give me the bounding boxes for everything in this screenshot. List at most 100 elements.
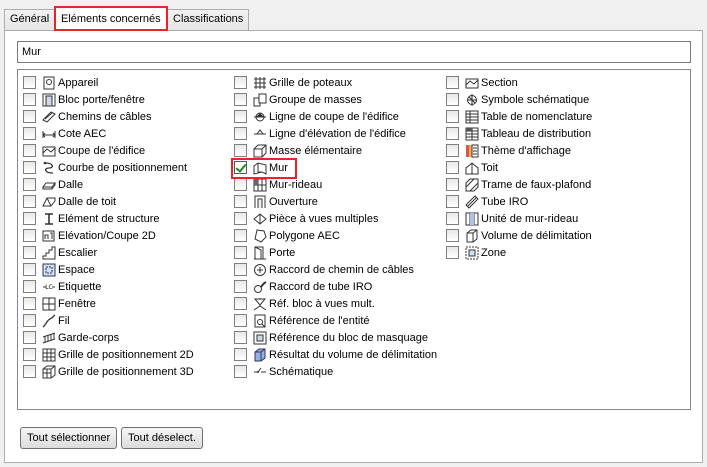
- checkbox-element-de-structure[interactable]: [23, 212, 36, 225]
- list-item-volume-de-delimitation[interactable]: Volume de délimitation: [446, 227, 592, 244]
- checkbox-tube-iro[interactable]: [446, 195, 459, 208]
- checkbox-raccord-de-chemin-de-cables[interactable]: [234, 263, 247, 276]
- list-item-piece-a-vues-multiples[interactable]: Pièce à vues multiples: [234, 210, 437, 227]
- list-item-chemins-de-cables[interactable]: Chemins de câbles: [23, 108, 194, 125]
- checkbox-raccord-de-tube-iro[interactable]: [234, 280, 247, 293]
- list-item-grille-de-poteaux[interactable]: Grille de poteaux: [234, 74, 437, 91]
- list-item-masse-elementaire[interactable]: Masse élémentaire: [234, 142, 437, 159]
- checkbox-dalle-de-toit[interactable]: [23, 195, 36, 208]
- list-item-ligne-d-elevation-de-l-edifice[interactable]: Ligne d'élévation de l'édifice: [234, 125, 437, 142]
- list-item-zone[interactable]: Zone: [446, 244, 592, 261]
- checkbox-reference-de-l-entite[interactable]: [234, 314, 247, 327]
- checkbox-masse-elementaire[interactable]: [234, 144, 247, 157]
- tab-general[interactable]: Général: [4, 9, 56, 30]
- checkbox-grille-de-positionnement-2d[interactable]: [23, 348, 36, 361]
- list-item-ligne-de-coupe-de-l-edifice[interactable]: Ligne de coupe de l'édifice: [234, 108, 437, 125]
- list-item-tube-iro[interactable]: Tube IRO: [446, 193, 592, 210]
- list-item-toit[interactable]: Toit: [446, 159, 592, 176]
- list-item-symbole-schematique[interactable]: Symbole schématique: [446, 91, 592, 108]
- checkbox-bloc-porte-fenetre[interactable]: [23, 93, 36, 106]
- checkbox-porte[interactable]: [234, 246, 247, 259]
- checkbox-polygone-aec[interactable]: [234, 229, 247, 242]
- list-item-section[interactable]: Section: [446, 74, 592, 91]
- list-item-mur[interactable]: Mur: [234, 159, 437, 176]
- list-item-unite-de-mur-rideau[interactable]: Unité de mur-rideau: [446, 210, 592, 227]
- list-item-escalier[interactable]: Escalier: [23, 244, 194, 261]
- list-item-cote-aec[interactable]: Cote AEC: [23, 125, 194, 142]
- checkbox-section[interactable]: [446, 76, 459, 89]
- checkbox-etiquette[interactable]: [23, 280, 36, 293]
- list-item-tableau-de-distribution[interactable]: Tableau de distribution: [446, 125, 592, 142]
- list-item-polygone-aec[interactable]: Polygone AEC: [234, 227, 437, 244]
- list-item-reference-du-bloc-de-masquage[interactable]: Référence du bloc de masquage: [234, 329, 437, 346]
- list-item-theme-d-affichage[interactable]: Thème d'affichage: [446, 142, 592, 159]
- checkbox-ref-bloc-a-vues-mult[interactable]: [234, 297, 247, 310]
- checkbox-cote-aec[interactable]: [23, 127, 36, 140]
- checkbox-elevation-coupe-2d[interactable]: [23, 229, 36, 242]
- checkbox-resultat-du-volume-de-delimitation[interactable]: [234, 348, 247, 361]
- checkbox-ligne-d-elevation-de-l-edifice[interactable]: [234, 127, 247, 140]
- list-item-grille-de-positionnement-3d[interactable]: Grille de positionnement 3D: [23, 363, 194, 380]
- list-item-raccord-de-tube-iro[interactable]: Raccord de tube IRO: [234, 278, 437, 295]
- checkbox-symbole-schematique[interactable]: [446, 93, 459, 106]
- list-item-table-de-nomenclature[interactable]: Table de nomenclature: [446, 108, 592, 125]
- list-item-resultat-du-volume-de-delimitation[interactable]: Résultat du volume de délimitation: [234, 346, 437, 363]
- tab-elements-concernes[interactable]: Eléments concernés: [54, 6, 168, 31]
- list-item-trame-de-faux-plafond[interactable]: Trame de faux-plafond: [446, 176, 592, 193]
- checkbox-chemins-de-cables[interactable]: [23, 110, 36, 123]
- checkbox-ouverture[interactable]: [234, 195, 247, 208]
- list-item-courbe-de-positionnement[interactable]: Courbe de positionnement: [23, 159, 194, 176]
- checkbox-tableau-de-distribution[interactable]: [446, 127, 459, 140]
- checkbox-schematique[interactable]: [234, 365, 247, 378]
- checkbox-mur[interactable]: [234, 161, 247, 174]
- checkbox-mur-rideau[interactable]: [234, 178, 247, 191]
- list-item-ouverture[interactable]: Ouverture: [234, 193, 437, 210]
- checkbox-garde-corps[interactable]: [23, 331, 36, 344]
- select-all-button[interactable]: Tout sélectionner: [20, 427, 118, 449]
- list-item-raccord-de-chemin-de-cables[interactable]: Raccord de chemin de câbles: [234, 261, 437, 278]
- checkbox-groupe-de-masses[interactable]: [234, 93, 247, 106]
- checkbox-theme-d-affichage[interactable]: [446, 144, 459, 157]
- checkbox-grille-de-poteaux[interactable]: [234, 76, 247, 89]
- list-item-dalle[interactable]: Dalle: [23, 176, 194, 193]
- list-item-schematique[interactable]: Schématique: [234, 363, 437, 380]
- list-item-fenetre[interactable]: Fenêtre: [23, 295, 194, 312]
- checkbox-unite-de-mur-rideau[interactable]: [446, 212, 459, 225]
- deselect-all-button[interactable]: Tout déselect.: [121, 427, 203, 449]
- list-item-grille-de-positionnement-2d[interactable]: Grille de positionnement 2D: [23, 346, 194, 363]
- checkbox-courbe-de-positionnement[interactable]: [23, 161, 36, 174]
- list-item-groupe-de-masses[interactable]: Groupe de masses: [234, 91, 437, 108]
- list-item-elevation-coupe-2d[interactable]: Elévation/Coupe 2D: [23, 227, 194, 244]
- list-item-porte[interactable]: Porte: [234, 244, 437, 261]
- checkbox-trame-de-faux-plafond[interactable]: [446, 178, 459, 191]
- list-item-garde-corps[interactable]: Garde-corps: [23, 329, 194, 346]
- list-item-reference-de-l-entite[interactable]: Référence de l'entité: [234, 312, 437, 329]
- list-item-etiquette[interactable]: LC Etiquette: [23, 278, 194, 295]
- list-item-espace[interactable]: Espace: [23, 261, 194, 278]
- checkbox-ligne-de-coupe-de-l-edifice[interactable]: [234, 110, 247, 123]
- list-item-bloc-porte-fenetre[interactable]: Bloc porte/fenêtre: [23, 91, 194, 108]
- checkbox-coupe-de-l-edifice[interactable]: [23, 144, 36, 157]
- tab-classifications[interactable]: Classifications: [167, 9, 250, 30]
- list-item-appareil[interactable]: Appareil: [23, 74, 194, 91]
- checkbox-piece-a-vues-multiples[interactable]: [234, 212, 247, 225]
- list-item-dalle-de-toit[interactable]: Dalle de toit: [23, 193, 194, 210]
- checkbox-escalier[interactable]: [23, 246, 36, 259]
- checkbox-fil[interactable]: [23, 314, 36, 327]
- checkbox-volume-de-delimitation[interactable]: [446, 229, 459, 242]
- search-input[interactable]: [17, 41, 691, 63]
- checkbox-reference-du-bloc-de-masquage[interactable]: [234, 331, 247, 344]
- list-item-mur-rideau[interactable]: Mur-rideau: [234, 176, 437, 193]
- checkbox-appareil[interactable]: [23, 76, 36, 89]
- checkbox-table-de-nomenclature[interactable]: [446, 110, 459, 123]
- list-item-ref-bloc-a-vues-mult[interactable]: Réf. bloc à vues mult.: [234, 295, 437, 312]
- checkbox-toit[interactable]: [446, 161, 459, 174]
- list-item-coupe-de-l-edifice[interactable]: Coupe de l'édifice: [23, 142, 194, 159]
- checkbox-fenetre[interactable]: [23, 297, 36, 310]
- checkbox-dalle[interactable]: [23, 178, 36, 191]
- list-item-element-de-structure[interactable]: Elément de structure: [23, 210, 194, 227]
- list-item-fil[interactable]: Fil: [23, 312, 194, 329]
- checkbox-zone[interactable]: [446, 246, 459, 259]
- checkbox-grille-de-positionnement-3d[interactable]: [23, 365, 36, 378]
- checkbox-espace[interactable]: [23, 263, 36, 276]
